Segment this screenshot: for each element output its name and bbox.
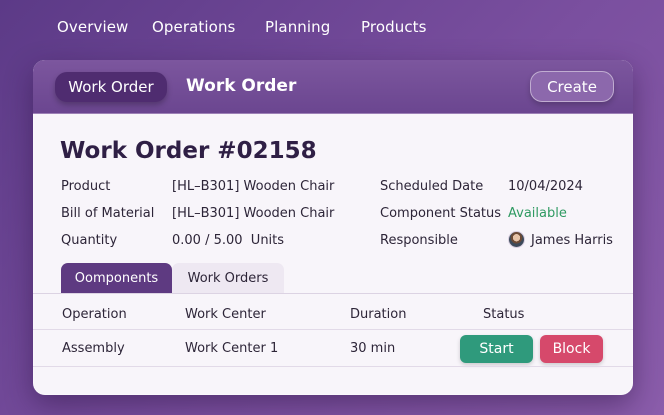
scheduled-date-label: Scheduled Date — [380, 179, 484, 194]
avatar — [508, 231, 525, 248]
tab-components[interactable]: Oomponents — [61, 263, 172, 293]
header-divider — [33, 329, 633, 330]
create-button[interactable]: Create — [530, 71, 614, 102]
nav-products[interactable]: Products — [361, 18, 427, 36]
row-divider — [33, 366, 633, 367]
start-button[interactable]: Start — [460, 335, 533, 363]
scheduled-date-value[interactable]: 10/04/2024 — [508, 179, 583, 194]
column-header-duration: Duration — [350, 307, 407, 322]
nav-planning[interactable]: Planning — [265, 18, 330, 36]
product-label: Product — [61, 179, 111, 194]
bom-value[interactable]: [HL–B301] Wooden Chair — [172, 206, 334, 221]
column-header-operation: Operation — [62, 307, 127, 322]
bom-label: Bill of Material — [61, 206, 155, 221]
cell-operation: Assembly — [62, 341, 125, 356]
work-order-card: Work Order Work Order Create Work Order … — [33, 60, 633, 395]
component-status-value: Available — [508, 206, 567, 221]
nav-overview[interactable]: Overview — [57, 18, 128, 36]
header-title: Work Order — [186, 76, 297, 96]
top-navigation: Overview Operations Planning Products — [0, 18, 664, 40]
column-header-work-center: Work Center — [185, 307, 266, 322]
column-header-status: Status — [483, 307, 525, 322]
tab-work-orders[interactable]: Work Orders — [172, 263, 284, 293]
responsible-label: Responsible — [380, 233, 458, 248]
product-value[interactable]: [HL–B301] Wooden Chair — [172, 179, 334, 194]
responsible-value[interactable]: James Harris — [531, 233, 613, 248]
breadcrumb-work-order-button[interactable]: Work Order — [55, 72, 167, 102]
work-order-title: Work Order #02158 — [60, 138, 317, 164]
card-header: Work Order Work Order Create — [33, 60, 633, 114]
quantity-label: Quantity — [61, 233, 118, 248]
quantity-value: 0.00 / 5.00 Units — [172, 233, 285, 248]
cell-duration: 30 min — [350, 341, 396, 356]
nav-operations[interactable]: Operations — [152, 18, 235, 36]
cell-work-center: Work Center 1 — [185, 341, 279, 356]
block-button[interactable]: Block — [540, 335, 603, 363]
component-status-label: Component Status — [380, 206, 502, 221]
